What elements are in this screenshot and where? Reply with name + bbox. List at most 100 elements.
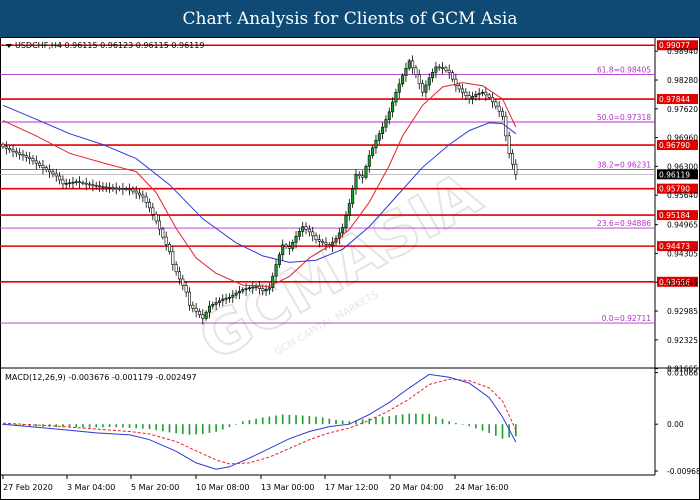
macd-histogram-bar <box>261 417 264 425</box>
bull-candle-body <box>224 297 228 300</box>
macd-histogram-bar <box>295 415 297 425</box>
trading-chart: GCMASIA GCM CAPITAL MARKETS 0.990770.978… <box>0 37 700 500</box>
bull-candle-body <box>431 72 435 79</box>
time-tick-label: 13 Mar 00:00 <box>261 483 314 492</box>
macd-histogram-bar <box>155 424 157 431</box>
bull-candle-body <box>234 292 238 296</box>
bear-candle-body <box>441 67 445 69</box>
bear-candle-body <box>58 175 62 181</box>
bull-candle-body <box>344 215 348 228</box>
bull-candle-body <box>387 111 391 120</box>
bear-candle-body <box>34 160 38 164</box>
macd-histogram-bar <box>488 424 490 433</box>
bear-candle-body <box>497 105 501 112</box>
bull-candle-body <box>264 288 268 292</box>
bull-candle-body <box>474 94 478 97</box>
bear-candle-body <box>44 167 48 171</box>
bear-candle-body <box>158 220 162 230</box>
macd-tick-label: -0.009681 <box>667 467 700 476</box>
time-tick-label: 27 Feb 2020 <box>3 483 53 492</box>
bear-candle-body <box>464 91 468 96</box>
bull-candle-body <box>477 93 481 95</box>
macd-histogram-bar <box>368 418 371 425</box>
bull-candle-body <box>247 287 251 290</box>
bear-candle-body <box>28 156 32 159</box>
price-tick-label: 0.96300 <box>667 162 698 171</box>
macd-histogram-bar <box>208 424 211 433</box>
bear-candle-body <box>451 72 455 80</box>
bear-candle-body <box>507 135 511 154</box>
price-tick-label: 0.95640 <box>667 191 698 200</box>
bull-candle-body <box>281 244 285 256</box>
macd-histogram-bar <box>241 421 244 425</box>
macd-histogram-bar <box>115 424 118 428</box>
bear-candle-body <box>461 88 465 93</box>
bull-candle-body <box>204 311 208 319</box>
bull-candle-body <box>397 83 401 93</box>
macd-histogram-bar <box>248 420 251 425</box>
macd-histogram-bar <box>415 413 417 425</box>
macd-histogram-bar <box>281 414 284 425</box>
price-tick-label: 0.93645 <box>667 278 698 287</box>
fibonacci-level-label: 50.0=0.97318 <box>597 113 651 122</box>
bear-candle-body <box>144 196 148 203</box>
bear-candle-body <box>21 154 25 157</box>
current-price-label: 0.96119 <box>659 170 690 179</box>
macd-histogram-bar <box>182 424 184 435</box>
bull-candle-body <box>237 290 241 294</box>
bull-candle-body <box>404 67 408 76</box>
fibonacci-level-label: 38.2=0.96231 <box>597 160 651 169</box>
bull-candle-body <box>274 264 278 277</box>
bull-candle-body <box>407 60 411 69</box>
macd-histogram-bar <box>401 414 404 425</box>
bear-candle-body <box>437 66 441 69</box>
bear-candle-body <box>174 264 178 273</box>
bear-candle-body <box>447 69 451 73</box>
bear-candle-body <box>184 285 188 293</box>
bear-candle-body <box>491 97 495 103</box>
bear-candle-body <box>444 67 448 71</box>
bear-candle-body <box>457 85 461 90</box>
price-tick-label: 0.92985 <box>667 307 698 316</box>
bear-candle-body <box>78 181 82 183</box>
macd-histogram-bar <box>95 424 98 428</box>
macd-tick-label: 0.00 <box>667 420 684 429</box>
bear-candle-body <box>14 151 18 154</box>
macd-histogram-bar <box>501 424 504 439</box>
macd-histogram-bar <box>221 424 224 430</box>
bear-candle-body <box>257 286 261 289</box>
time-tick-label: 24 Mar 16:00 <box>455 483 508 492</box>
price-tick-label: 0.94305 <box>667 249 698 258</box>
macd-histogram-bar <box>75 424 78 428</box>
bull-candle-body <box>271 275 275 289</box>
macd-histogram-bar <box>328 418 331 425</box>
bull-candle-body <box>71 181 75 184</box>
bull-candle-body <box>381 126 385 134</box>
macd-histogram-bar <box>435 416 437 425</box>
bear-candle-body <box>98 185 102 188</box>
bear-candle-body <box>101 186 105 188</box>
time-tick-label: 5 Mar 20:00 <box>131 483 179 492</box>
macd-histogram-bar <box>381 416 384 425</box>
bear-candle-body <box>114 187 118 190</box>
bull-candle-body <box>221 298 225 302</box>
level-price-label: 0.95184 <box>659 211 690 220</box>
bear-candle-body <box>187 291 191 306</box>
level-price-label: 0.97844 <box>659 95 690 104</box>
bear-candle-body <box>81 182 85 184</box>
bear-candle-body <box>321 240 325 244</box>
bear-candle-body <box>128 188 132 191</box>
bear-candle-body <box>141 194 145 198</box>
macd-histogram-bar <box>162 424 164 432</box>
bull-candle-body <box>254 286 258 288</box>
bear-candle-body <box>510 153 514 165</box>
bear-candle-body <box>148 202 152 209</box>
bear-candle-body <box>138 192 142 196</box>
bear-candle-body <box>284 244 288 247</box>
bull-candle-body <box>481 91 485 94</box>
bull-candle-body <box>297 231 301 237</box>
bear-candle-body <box>24 155 28 158</box>
price-tick-label: 0.92325 <box>667 336 698 345</box>
bear-candle-body <box>304 226 308 230</box>
macd-histogram-bar <box>441 418 444 425</box>
